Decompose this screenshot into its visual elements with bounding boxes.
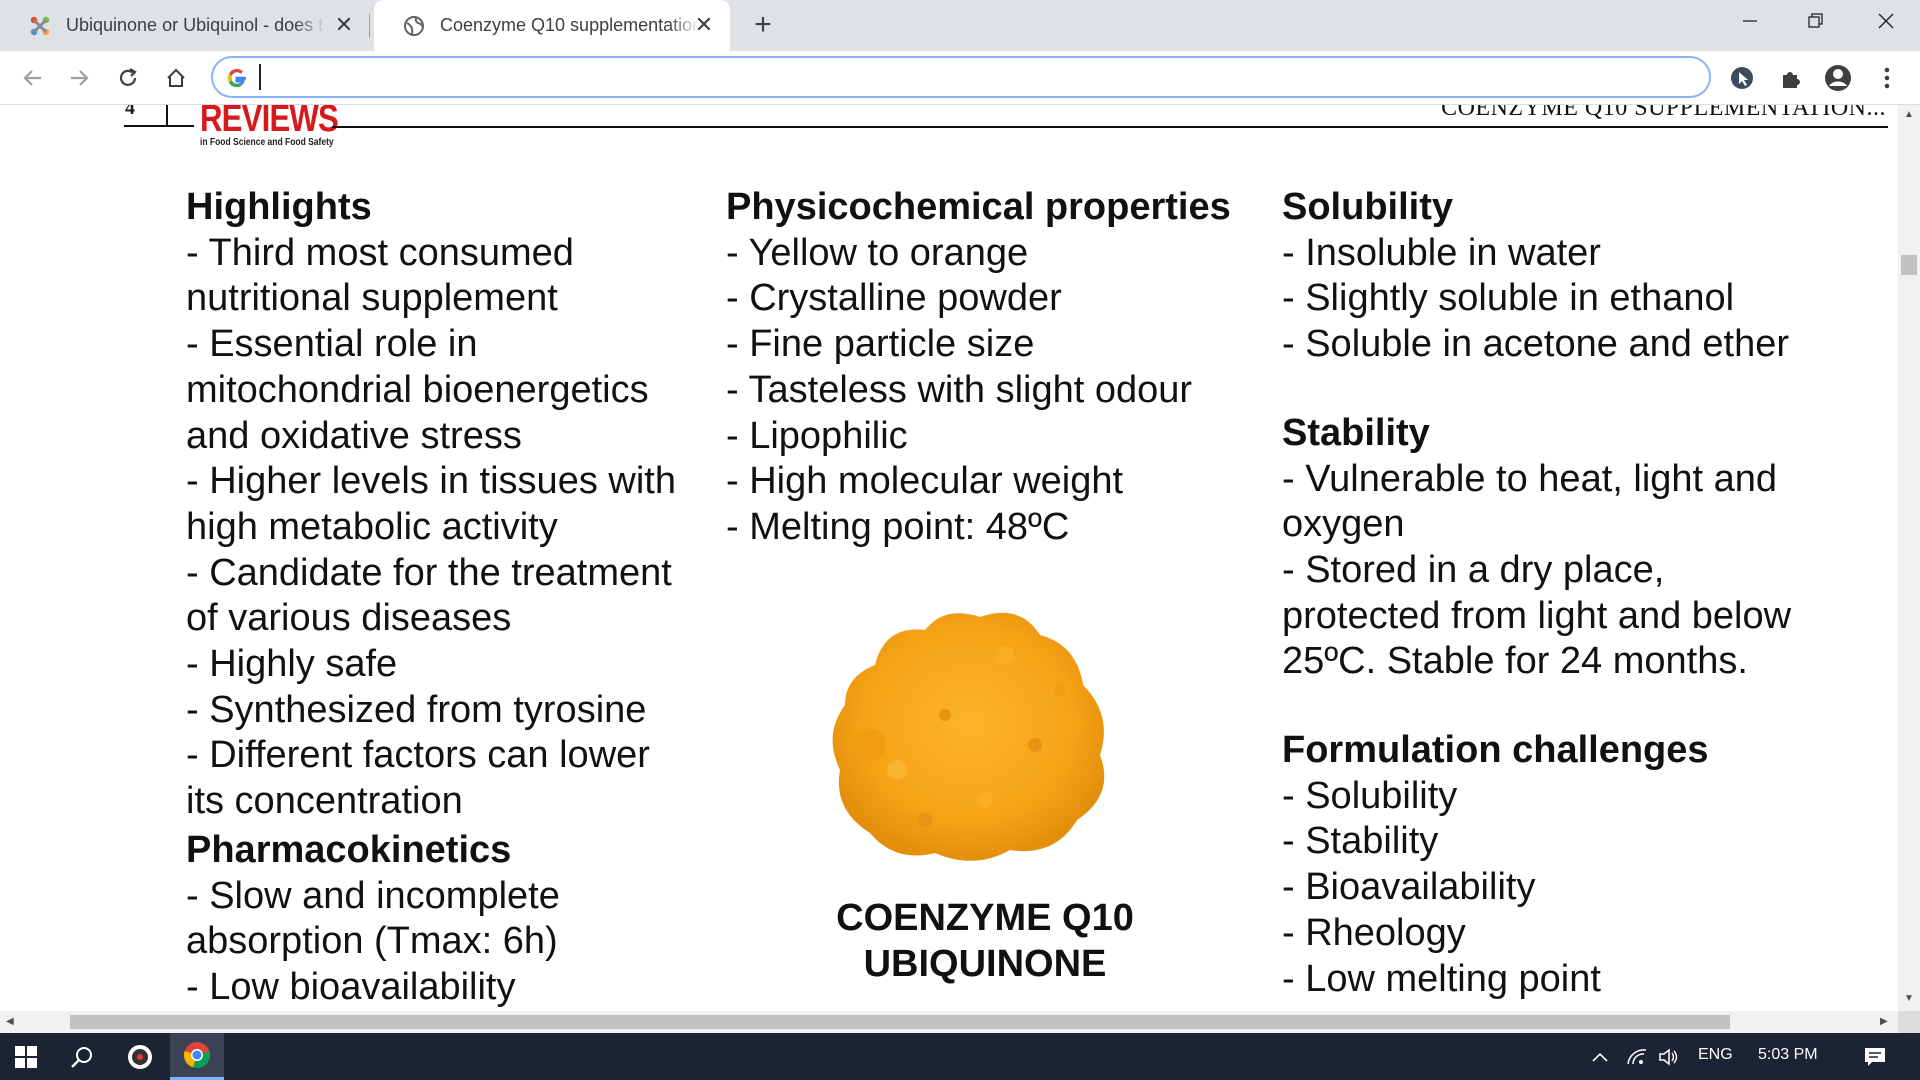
language-indicator[interactable]: ENG: [1698, 1046, 1733, 1064]
chrome-taskbar-icon[interactable]: [170, 1033, 224, 1080]
google-icon: [226, 67, 248, 89]
section-heading-solubility: Solubility: [1282, 186, 1453, 228]
scroll-right-icon[interactable]: ▶: [1880, 1016, 1888, 1027]
tab-title: Coenzyme Q10 supplementation: [440, 15, 700, 35]
section-body-solubility: - Insoluble in water - Slightly soluble …: [1282, 231, 1790, 366]
header-rule: [166, 105, 168, 127]
section-body-physicochemical: - Yellow to orange - Crystalline powder …: [726, 231, 1193, 548]
address-bar[interactable]: [211, 56, 1711, 98]
product-name: COENZYME Q10 UBIQUINONE: [836, 897, 1134, 985]
media-app-icon[interactable]: [114, 1033, 166, 1080]
section-body-formulation: - Solubility - Stability - Bioavailabili…: [1282, 774, 1601, 1000]
scrollbar-corner: [1898, 1011, 1920, 1033]
page-viewport: 4 REVIEWS in Food Science and Food Safet…: [0, 105, 1898, 1011]
section-body-stability: - Vulnerable to heat, light and oxygen -…: [1282, 457, 1792, 683]
header-rule: [124, 125, 194, 127]
cursor-extension-icon[interactable]: [1727, 63, 1757, 93]
windows-taskbar: ENG 5:03 PM: [0, 1033, 1920, 1080]
joomla-icon: [28, 14, 52, 38]
minimize-icon[interactable]: [1720, 0, 1780, 42]
home-icon[interactable]: [158, 60, 194, 96]
browser-toolbar: [0, 51, 1920, 105]
horizontal-scroll-thumb[interactable]: [70, 1015, 1730, 1029]
horizontal-scrollbar[interactable]: ◀ ▶: [0, 1011, 1898, 1033]
section-heading-pharmacokinetics: Pharmacokinetics: [186, 828, 512, 871]
running-head: COENZYME Q10 SUPPLEMENTATION...: [1441, 105, 1886, 121]
vertical-scrollbar[interactable]: ▲ ▼: [1898, 105, 1920, 1011]
coenzyme-q10-powder-image: [832, 612, 1105, 861]
section-body-pharmacokinetics: - Slow and incomplete absorption (Tmax: …: [186, 874, 560, 1008]
tab-coenzyme-q10[interactable]: Coenzyme Q10 supplementation ✕: [374, 0, 730, 51]
scroll-up-icon[interactable]: ▲: [1904, 109, 1914, 120]
windows-start-icon[interactable]: [0, 1033, 52, 1080]
new-tab-button[interactable]: +: [746, 9, 780, 43]
close-tab-icon[interactable]: ✕: [332, 12, 356, 37]
section-body-highlights: - Third most consumed nutritional supple…: [186, 231, 676, 823]
section-heading-physicochemical: Physicochemical properties: [726, 186, 1231, 228]
journal-logo-word: REVIEWS: [200, 105, 339, 140]
vertical-scroll-thumb[interactable]: [1901, 255, 1917, 275]
journal-logo-subtitle: in Food Science and Food Safety: [200, 137, 334, 148]
volume-icon[interactable]: [1654, 1033, 1684, 1080]
scroll-left-icon[interactable]: ◀: [6, 1016, 14, 1027]
notifications-icon[interactable]: [1850, 1033, 1900, 1080]
header-rule: [332, 126, 1888, 128]
clock[interactable]: 5:03 PM: [1758, 1046, 1818, 1064]
column-middle: Physicochemical properties - Yellow to o…: [726, 185, 1266, 551]
search-icon[interactable]: [56, 1033, 108, 1080]
tab-ubiquinone[interactable]: Ubiquinone or Ubiquinol - does t ✕: [0, 0, 370, 51]
extensions-icon[interactable]: [1776, 63, 1806, 93]
forward-icon[interactable]: [62, 60, 98, 96]
tab-title: Ubiquinone or Ubiquinol - does t: [66, 15, 324, 35]
close-tab-icon[interactable]: ✕: [692, 12, 716, 37]
restore-icon[interactable]: [1786, 0, 1846, 42]
address-input[interactable]: [259, 64, 1679, 90]
column-right: Solubility - Insoluble in water - Slight…: [1282, 185, 1882, 1002]
menu-icon[interactable]: [1872, 63, 1902, 93]
back-icon[interactable]: [14, 60, 50, 96]
section-heading-formulation: Formulation challenges: [1282, 729, 1709, 772]
close-window-icon[interactable]: [1856, 0, 1916, 42]
globe-icon: [402, 14, 426, 38]
section-heading-highlights: Highlights: [186, 186, 372, 228]
wifi-icon[interactable]: [1622, 1033, 1652, 1080]
page-number: 4: [125, 105, 135, 119]
reload-icon[interactable]: [110, 60, 146, 96]
section-heading-stability: Stability: [1282, 411, 1430, 454]
profile-icon[interactable]: [1823, 63, 1853, 93]
scroll-down-icon[interactable]: ▼: [1904, 993, 1914, 1004]
chevron-up-icon[interactable]: [1586, 1033, 1614, 1080]
column-left: Highlights - Third most consumed nutriti…: [186, 185, 706, 1011]
tab-strip: Ubiquinone or Ubiquinol - does t ✕ Coenz…: [0, 0, 1920, 51]
